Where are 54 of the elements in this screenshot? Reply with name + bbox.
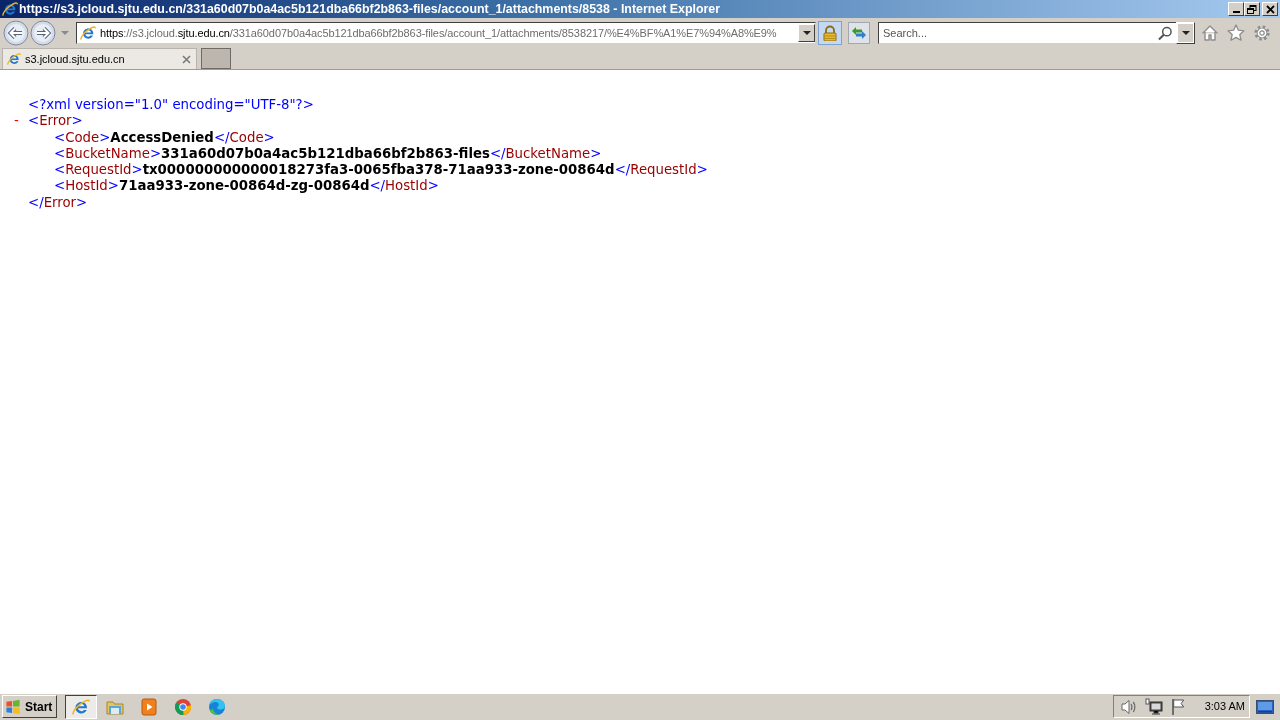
xml-element-line: <RequestId>tx000000000000018273fa3-0065fba378-71aa933-zone-00864d</RequestId> [54, 162, 708, 179]
desktop-icon [1256, 699, 1274, 714]
xml-open-tag: <Error> [28, 113, 83, 130]
windows-flag-icon [5, 698, 21, 715]
forward-button[interactable] [30, 20, 56, 46]
xml-close-tag: </Error> [28, 194, 88, 212]
favorites-button[interactable] [1225, 22, 1247, 44]
back-icon [3, 20, 29, 46]
xml-element-line: <HostId>71aa933-zone-00864d-zg-00864d</HostId> [54, 178, 439, 195]
minimize-button[interactable] [1228, 2, 1244, 16]
new-tab-button[interactable] [201, 48, 231, 69]
e-logo-icon [7, 52, 21, 66]
e-logo-icon [2, 1, 18, 17]
xml-declaration: <?xml version="1.0" encoding="UTF-8"?> [28, 97, 314, 114]
search-field[interactable]: Search... [878, 22, 1154, 44]
caret-icon [61, 31, 69, 35]
window-title: https://s3.jcloud.sjtu.edu.cn/331a60d07b0a4ac5b121dba66bf2b863-files/account_1/attachments/8538 - Internet Explorer [19, 1, 722, 18]
browser-tab[interactable]: s3.jcloud.sjtu.edu.cn [2, 48, 197, 69]
minimize-icon [1232, 11, 1240, 13]
start-button[interactable]: Start [2, 695, 58, 718]
caret-icon [1181, 31, 1190, 35]
restore-button[interactable] [1244, 2, 1260, 16]
wave-circle-icon [208, 697, 227, 716]
star-icon [1227, 24, 1245, 42]
caret-icon [802, 31, 811, 35]
close-icon [181, 54, 191, 64]
restore-icon [1247, 4, 1257, 14]
forward-icon [30, 20, 56, 46]
lock-icon [822, 25, 838, 41]
address-dropdown-button[interactable] [798, 24, 815, 42]
refresh-button[interactable] [848, 22, 870, 44]
close-button[interactable] [1262, 2, 1278, 16]
xml-element-line: <BucketName>331a60d07b0a4ac5b121dba66bf2b863-files</BucketName> [54, 145, 602, 163]
search-dropdown-button[interactable] [1176, 22, 1195, 44]
address-text: https://s3.jcloud.sjtu.edu.cn/331a60d07b0a4ac5b121dba66bf2b863-files/account_1/attachments/8538217/%E4%BF%A1%E7%94%A8%E9% [100, 25, 778, 41]
tab-label: s3.jcloud.sjtu.edu.cn [25, 51, 126, 67]
e-logo-icon [80, 25, 96, 41]
xml-element-line: <Code>AccessDenied</Code> [54, 129, 275, 146]
search-icon [1158, 25, 1172, 41]
clock: 3:03 AM [1204, 699, 1245, 715]
close-icon [1265, 4, 1275, 14]
e-logo-icon [72, 697, 91, 716]
search-button[interactable] [1154, 22, 1176, 44]
home-icon [1201, 24, 1219, 42]
play-icon [140, 697, 159, 716]
tab-close-button[interactable] [180, 53, 192, 65]
monitor-icon[interactable] [1144, 697, 1163, 716]
back-button[interactable] [3, 20, 29, 46]
collapse-toggle[interactable]: - [14, 113, 28, 130]
taskbar-app-button[interactable] [65, 694, 98, 719]
address-field[interactable]: https://s3.jcloud.sjtu.edu.cn/331a60d07b0a4ac5b121dba66bf2b863-files/account_1/attachments/8538217/%E4%BF%A1%E7%94%A8%E9% [76, 22, 816, 44]
tricolor-circle-icon [174, 697, 193, 716]
speaker-icon[interactable] [1119, 697, 1138, 716]
settings-icon [1253, 24, 1271, 42]
